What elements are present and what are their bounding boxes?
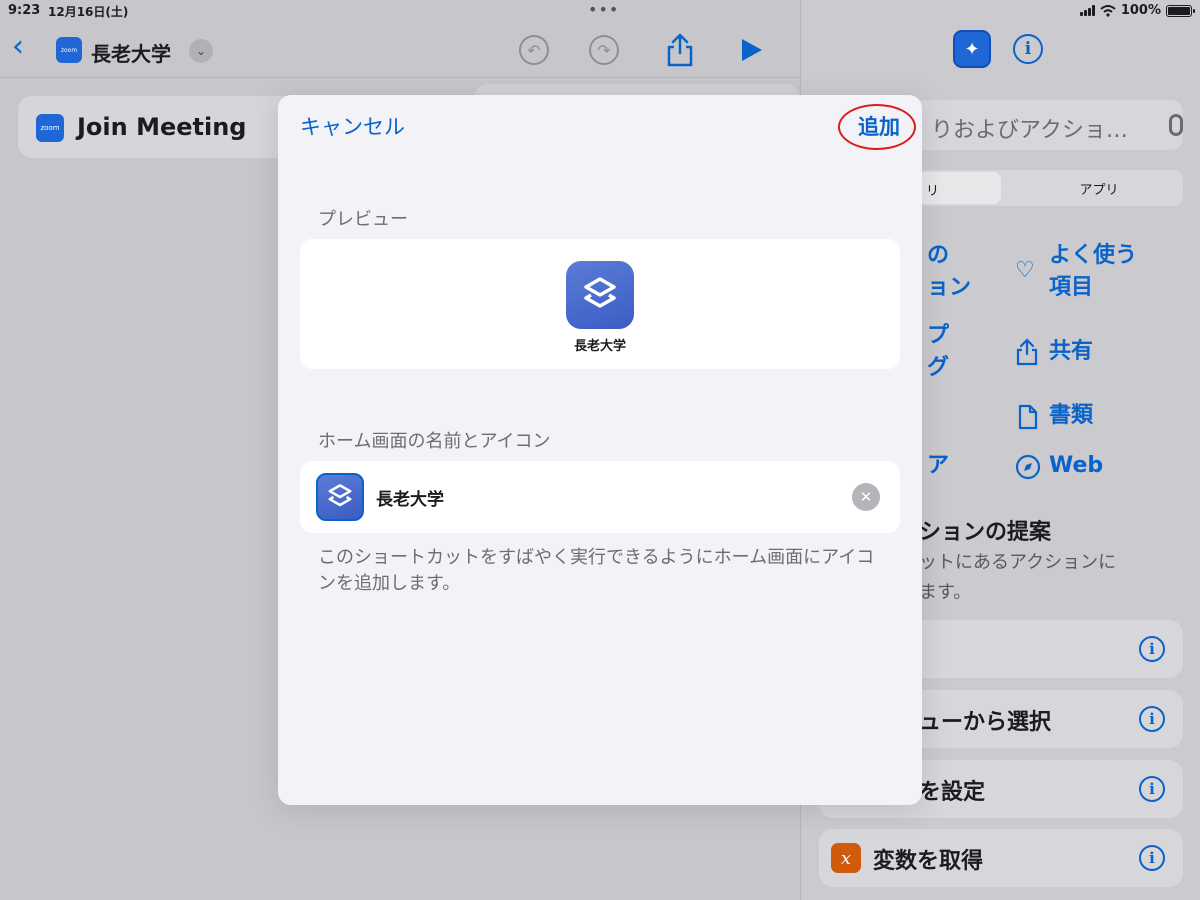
info-icon[interactable]: i: [1139, 706, 1165, 732]
category-favorites[interactable]: よく使う 項目: [1049, 240, 1137, 304]
redo-icon: ↷: [589, 35, 619, 65]
multitasking-dots[interactable]: •••: [588, 0, 619, 19]
shortcuts-layers-icon: [566, 261, 634, 329]
info-icon[interactable]: i: [1013, 34, 1043, 64]
run-button[interactable]: [736, 34, 768, 66]
redo-button[interactable]: ↷: [588, 34, 620, 66]
status-date: 12月16日(土): [48, 5, 129, 19]
document-icon: [1018, 404, 1038, 430]
sheet-footnote: このショートカットをすばやく実行できるようにホーム画面にアイコンを追加します。: [318, 547, 875, 594]
category-label: ョン: [927, 275, 972, 300]
category-all-actions[interactable]: の ョン: [927, 240, 971, 304]
suggestions-subtitle-line: ットにあるアクションに: [919, 552, 1117, 573]
icon-picker-button[interactable]: [316, 473, 364, 521]
suggested-action-row[interactable]: x 変数を取得 i: [819, 829, 1183, 887]
add-button[interactable]: 追加: [858, 111, 900, 141]
battery-fill: [1168, 6, 1190, 15]
category-label: プ: [927, 323, 950, 348]
info-icon[interactable]: i: [1139, 845, 1165, 871]
nav-bar: ‹ zoom 長老大学 ⌄ ↶ ↷: [0, 22, 800, 78]
zoom-app-icon-label: zoom: [40, 124, 60, 132]
status-right: 100%: [1079, 3, 1195, 18]
shortcuts-layers-icon: [328, 484, 352, 507]
category-label: グ: [927, 355, 950, 380]
home-name-row: 長老大学 ✕: [300, 461, 900, 533]
heart-icon: ♡: [1015, 258, 1035, 283]
share-icon: [667, 33, 693, 67]
play-icon: [742, 39, 762, 61]
category-documents[interactable]: 書類: [1049, 400, 1093, 432]
category-web[interactable]: Web: [1049, 450, 1103, 482]
zoom-app-icon-label: zoom: [60, 46, 78, 54]
undo-icon: ↶: [519, 35, 549, 65]
home-section-label: ホーム画面の名前とアイコン: [318, 431, 551, 452]
segment-apps[interactable]: アプリ: [1019, 179, 1179, 198]
suggestions-subtitle: ットにあるアクションに ます。: [919, 548, 1116, 608]
status-time: 9:23: [8, 3, 41, 18]
signal-icon: [1079, 5, 1095, 16]
category-media[interactable]: ア: [927, 450, 949, 482]
info-icon[interactable]: i: [1139, 636, 1165, 662]
shortcut-gallery-icon[interactable]: ✦: [953, 30, 991, 68]
suggested-action-label: 変数を取得: [873, 849, 984, 874]
zoom-app-icon: zoom: [36, 114, 64, 142]
info-icon[interactable]: i: [1139, 776, 1165, 802]
category-label: の: [927, 243, 950, 268]
category-share[interactable]: 共有: [1049, 336, 1093, 368]
suggestions-heading: ションの提案: [919, 520, 1052, 545]
undo-button[interactable]: ↶: [518, 34, 550, 66]
preview-card: 長老大学: [300, 239, 900, 369]
share-button[interactable]: [664, 33, 696, 67]
preview-section-label: プレビュー: [318, 209, 408, 230]
microphone-icon[interactable]: [1169, 114, 1183, 136]
safari-compass-icon: [1015, 454, 1041, 480]
zoom-app-icon: zoom: [56, 37, 82, 63]
action-card[interactable]: zoom Join Meeting: [18, 96, 308, 158]
category-label: よく使う: [1049, 243, 1138, 268]
add-to-home-sheet: キャンセル 追加 プレビュー 長老大学 ホーム画面の名前とアイコン 長老大学 ✕…: [278, 95, 922, 805]
preview-icon-label: 長老大学: [573, 339, 626, 354]
category-label: 項目: [1049, 275, 1094, 300]
suggestions-subtitle-line: ます。: [919, 582, 972, 603]
suggested-action-label: ューから選択: [919, 710, 1052, 735]
shortcut-title[interactable]: 長老大学: [91, 38, 171, 67]
cancel-button[interactable]: キャンセル: [300, 111, 405, 141]
battery-icon: [1166, 4, 1195, 17]
status-bar: 9:23 12月16日(土) ••• 100%: [0, 0, 1200, 22]
category-scripting[interactable]: プ グ: [927, 320, 949, 384]
clear-icon[interactable]: ✕: [852, 483, 880, 511]
search-placeholder: りおよびアクショ…: [931, 118, 1128, 143]
variable-icon: x: [831, 843, 861, 873]
chevron-down-icon[interactable]: ⌄: [189, 39, 213, 63]
battery-percent: 100%: [1120, 3, 1161, 18]
action-title: Join Meeting: [77, 113, 247, 141]
wifi-icon: [1100, 4, 1116, 17]
home-name-field[interactable]: 長老大学: [376, 485, 444, 510]
chevron-left-icon[interactable]: ‹: [12, 32, 24, 62]
share-icon: [1016, 338, 1038, 366]
suggested-action-label: を設定: [919, 780, 986, 805]
